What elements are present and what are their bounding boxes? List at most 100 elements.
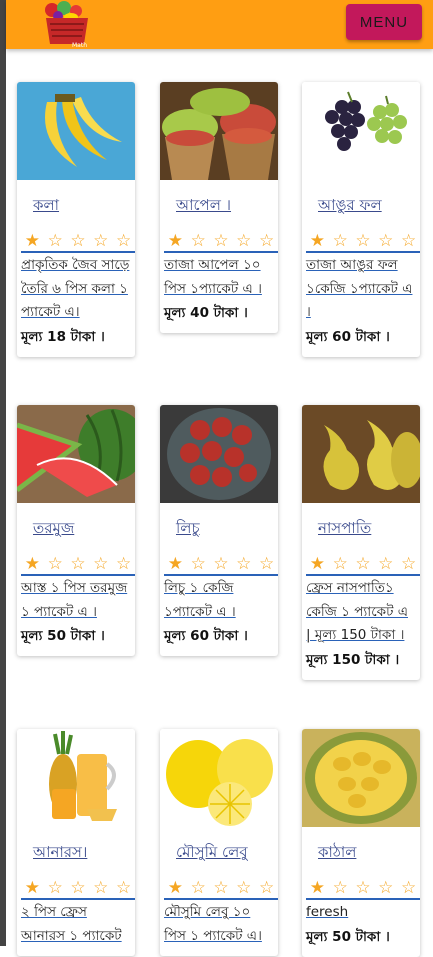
star-filled-icon[interactable]: ★ [164,879,187,900]
product-description: তাজা আপেল ১০ পিস ১প্যাকেট এ । [164,257,262,297]
star-empty-icon[interactable]: ☆ [89,879,113,900]
svg-text:Math: Math [72,42,87,49]
star-empty-icon[interactable]: ☆ [66,555,90,576]
product-card[interactable]: তরমুজ ★ ☆ ☆ ☆ ☆ আস্ত ১ পিস তরমুজ ১ প্যাকেট এ… [17,405,135,656]
star-rating[interactable]: ★ ☆ ☆ ☆ ☆ [21,879,135,900]
product-price: মূল্য 60 টাকা । [306,328,390,345]
star-empty-icon[interactable]: ☆ [209,555,233,576]
star-empty-icon[interactable]: ☆ [351,555,375,576]
product-name-link[interactable]: আনারস। [33,841,135,865]
apple-image[interactable] [160,82,278,180]
product-price: মূল্য 18 টাকা । [21,328,105,345]
lemon-image[interactable] [160,729,278,827]
star-filled-icon[interactable]: ★ [164,232,187,253]
star-empty-icon[interactable]: ☆ [186,555,210,576]
star-empty-icon[interactable]: ☆ [209,879,233,900]
star-rating[interactable]: ★ ☆ ☆ ☆ ☆ [164,879,278,900]
star-empty-icon[interactable]: ☆ [255,555,278,576]
product-name-link[interactable]: কাঠাল [318,841,420,865]
product-description: মৌসুমি লেবু ১০ পিস ১ প্যাকেট এ। [164,904,262,944]
star-empty-icon[interactable]: ☆ [374,879,398,900]
banana-image[interactable] [17,82,135,180]
grapes-image[interactable] [302,82,420,180]
star-empty-icon[interactable]: ☆ [328,232,352,253]
product-description: প্রাকৃতিক জৈব সাড়ে তৈরি ৬ পিস কলা ১ প্য… [21,257,130,320]
product-card[interactable]: কাঠাল ★ ☆ ☆ ☆ ☆ feresh মূল্য 50 টাকা । [302,729,420,957]
product-price: মূল্য 60 টাকা । [164,628,248,644]
star-filled-icon[interactable]: ★ [306,555,329,576]
product-description: ২ পিস ফ্রেস আনারস ১ প্যাকেট [21,904,122,944]
star-rating[interactable]: ★ ☆ ☆ ☆ ☆ [306,555,420,576]
star-empty-icon[interactable]: ☆ [209,232,233,253]
product-description: তাজা আঙুর ফল ১কেজি ১প্যাকেট এ । [306,257,413,320]
star-empty-icon[interactable]: ☆ [374,555,398,576]
star-filled-icon[interactable]: ★ [306,879,329,900]
app-header: Math MENU [6,0,433,49]
star-empty-icon[interactable]: ☆ [397,555,420,576]
star-rating[interactable]: ★ ☆ ☆ ☆ ☆ [164,232,278,253]
star-empty-icon[interactable]: ☆ [351,232,375,253]
star-rating[interactable]: ★ ☆ ☆ ☆ ☆ [21,555,135,576]
star-empty-icon[interactable]: ☆ [397,232,420,253]
star-empty-icon[interactable]: ☆ [89,232,113,253]
star-empty-icon[interactable]: ☆ [112,555,135,576]
star-empty-icon[interactable]: ☆ [186,879,210,900]
star-empty-icon[interactable]: ☆ [112,232,135,253]
star-empty-icon[interactable]: ☆ [255,879,278,900]
product-name-link[interactable]: লিচু [176,517,278,541]
star-rating[interactable]: ★ ☆ ☆ ☆ ☆ [21,232,135,253]
menu-button[interactable]: MENU [346,4,422,40]
product-price: মূল্য 50 টাকা । [306,928,390,945]
star-empty-icon[interactable]: ☆ [328,879,352,900]
star-empty-icon[interactable]: ☆ [112,879,135,900]
star-empty-icon[interactable]: ☆ [43,232,67,253]
jackfruit-image[interactable] [302,729,420,827]
product-price: মূল্য 150 টাকা । [306,651,400,668]
product-name-link[interactable]: আপেল । [176,194,278,218]
star-rating[interactable]: ★ ☆ ☆ ☆ ☆ [164,555,278,576]
product-description: ফ্রেস নাসপাতি১ কেজি ১ প্যাকেট এ | মূল্য … [306,580,408,643]
product-card[interactable]: আঙুর ফল ★ ☆ ☆ ☆ ☆ তাজা আঙুর ফল ১কেজি ১প্যাকে… [302,82,420,357]
product-name-link[interactable]: মৌসুমি লেবু [176,841,278,865]
star-filled-icon[interactable]: ★ [21,555,44,576]
star-empty-icon[interactable]: ☆ [66,879,90,900]
fruit-basket-logo[interactable]: Math [36,0,98,49]
star-empty-icon[interactable]: ☆ [186,232,210,253]
star-filled-icon[interactable]: ★ [21,232,44,253]
star-filled-icon[interactable]: ★ [306,232,329,253]
product-price: মূল্য 40 টাকা । [164,305,248,321]
star-empty-icon[interactable]: ☆ [232,232,256,253]
star-empty-icon[interactable]: ☆ [66,232,90,253]
star-empty-icon[interactable]: ☆ [43,555,67,576]
star-filled-icon[interactable]: ★ [164,555,187,576]
star-empty-icon[interactable]: ☆ [328,555,352,576]
product-card[interactable]: মৌসুমি লেবু ★ ☆ ☆ ☆ ☆ মৌসুমি লেবু ১০ পিস ১ প… [160,729,278,956]
star-rating[interactable]: ★ ☆ ☆ ☆ ☆ [306,879,420,900]
star-empty-icon[interactable]: ☆ [232,555,256,576]
lychee-image[interactable] [160,405,278,503]
product-name-link[interactable]: আঙুর ফল [318,194,420,218]
star-empty-icon[interactable]: ☆ [89,555,113,576]
watermelon-image[interactable] [17,405,135,503]
product-name-link[interactable]: নাসপাতি [318,517,420,541]
star-empty-icon[interactable]: ☆ [232,879,256,900]
star-filled-icon[interactable]: ★ [21,879,44,900]
left-edge-bar [0,0,6,946]
product-card[interactable]: কলা ★ ☆ ☆ ☆ ☆ প্রাকৃতিক জৈব সাড়ে তৈরি ৬ পিস… [17,82,135,357]
star-empty-icon[interactable]: ☆ [43,879,67,900]
product-name-link[interactable]: কলা [33,194,135,218]
star-empty-icon[interactable]: ☆ [255,232,278,253]
product-card[interactable]: লিচু ★ ☆ ☆ ☆ ☆ লিচু ১ কেজি ১প্যাকেট এ । মূল্… [160,405,278,656]
product-card[interactable]: নাসপাতি ★ ☆ ☆ ☆ ☆ ফ্রেস নাসপাতি১ কেজি ১ প্যা… [302,405,420,680]
pear-image[interactable] [302,405,420,503]
product-name-link[interactable]: তরমুজ [33,517,135,541]
product-description: লিচু ১ কেজি ১প্যাকেট এ । [164,580,236,620]
product-card[interactable]: আপেল । ★ ☆ ☆ ☆ ☆ তাজা আপেল ১০ পিস ১প্যাকেট এ… [160,82,278,333]
pineapple-juice-image[interactable] [17,729,135,827]
star-rating[interactable]: ★ ☆ ☆ ☆ ☆ [306,232,420,253]
product-description: আস্ত ১ পিস তরমুজ ১ প্যাকেট এ । [21,580,128,620]
star-empty-icon[interactable]: ☆ [374,232,398,253]
product-card[interactable]: আনারস। ★ ☆ ☆ ☆ ☆ ২ পিস ফ্রেস আনারস ১ প্যাকেট [17,729,135,956]
star-empty-icon[interactable]: ☆ [351,879,375,900]
star-empty-icon[interactable]: ☆ [397,879,420,900]
